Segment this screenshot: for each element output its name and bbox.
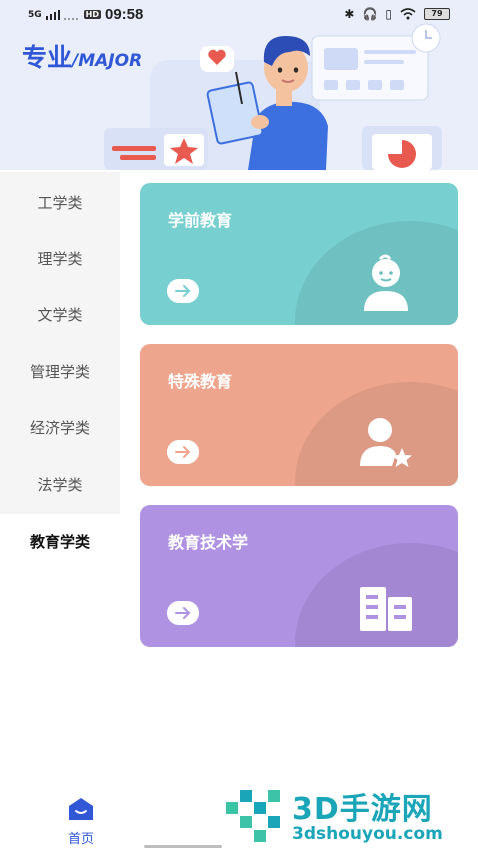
status-time: 09:58 <box>105 6 144 23</box>
building-icon <box>360 587 412 631</box>
major-card[interactable]: 特殊教育 <box>140 344 458 486</box>
status-left: 5G HD 09:58 <box>28 6 143 23</box>
brand-title-cn: 专业 <box>22 43 73 72</box>
sidebar-item-engineering[interactable]: 工学类 <box>0 175 120 231</box>
home-indicator[interactable] <box>144 845 222 848</box>
vibrate-icon: ▯ <box>385 7 392 21</box>
nav-home-label: 首页 <box>67 832 94 847</box>
watermark-title: 3D手游网 <box>292 792 433 827</box>
sidebar-item-literature[interactable]: 文学类 <box>0 287 120 343</box>
headphones-icon: 🎧 <box>362 7 378 21</box>
watermark-logo-icon <box>226 790 280 842</box>
home-icon <box>69 798 93 820</box>
signal-label: 5G <box>28 9 42 20</box>
status-right: ✱ 🎧 ▯ 79 <box>344 7 450 21</box>
card-title: 特殊教育 <box>168 372 233 391</box>
wifi-icon <box>400 8 416 20</box>
sidebar-item-education[interactable]: 教育学类 <box>0 514 120 570</box>
signal-2-icon <box>63 17 78 20</box>
watermark: 3D手游网 3dshouyou.com <box>222 780 478 846</box>
bluetooth-icon: ✱ <box>344 7 355 21</box>
arrow-right-icon[interactable] <box>167 279 199 303</box>
sidebar-item-science[interactable]: 理学类 <box>0 231 120 287</box>
header-illustration <box>104 23 442 170</box>
nav-home[interactable]: 首页 <box>60 796 102 847</box>
watermark-subtitle: 3dshouyou.com <box>292 824 443 844</box>
card-title: 教育技术学 <box>168 533 249 552</box>
battery-indicator: 79 <box>424 8 450 20</box>
sidebar-item-management[interactable]: 管理学类 <box>0 344 120 400</box>
major-card[interactable]: 学前教育 <box>140 183 458 325</box>
hd-badge: HD <box>83 10 101 19</box>
major-card[interactable]: 教育技术学 <box>140 505 458 647</box>
arrow-right-icon[interactable] <box>167 601 199 625</box>
baby-icon <box>364 254 408 311</box>
arrow-right-icon[interactable] <box>167 440 199 464</box>
card-title: 学前教育 <box>168 211 233 230</box>
header-banner: 5G HD 09:58 ✱ 🎧 ▯ 79 专业/MAJOR <box>0 0 478 170</box>
person-star-icon <box>360 418 412 467</box>
signal-icon <box>45 9 60 20</box>
sidebar-item-economics[interactable]: 经济学类 <box>0 400 120 456</box>
category-sidebar: 工学类 理学类 文学类 管理学类 经济学类 法学类 <box>0 172 120 514</box>
sidebar-item-law[interactable]: 法学类 <box>0 457 120 513</box>
